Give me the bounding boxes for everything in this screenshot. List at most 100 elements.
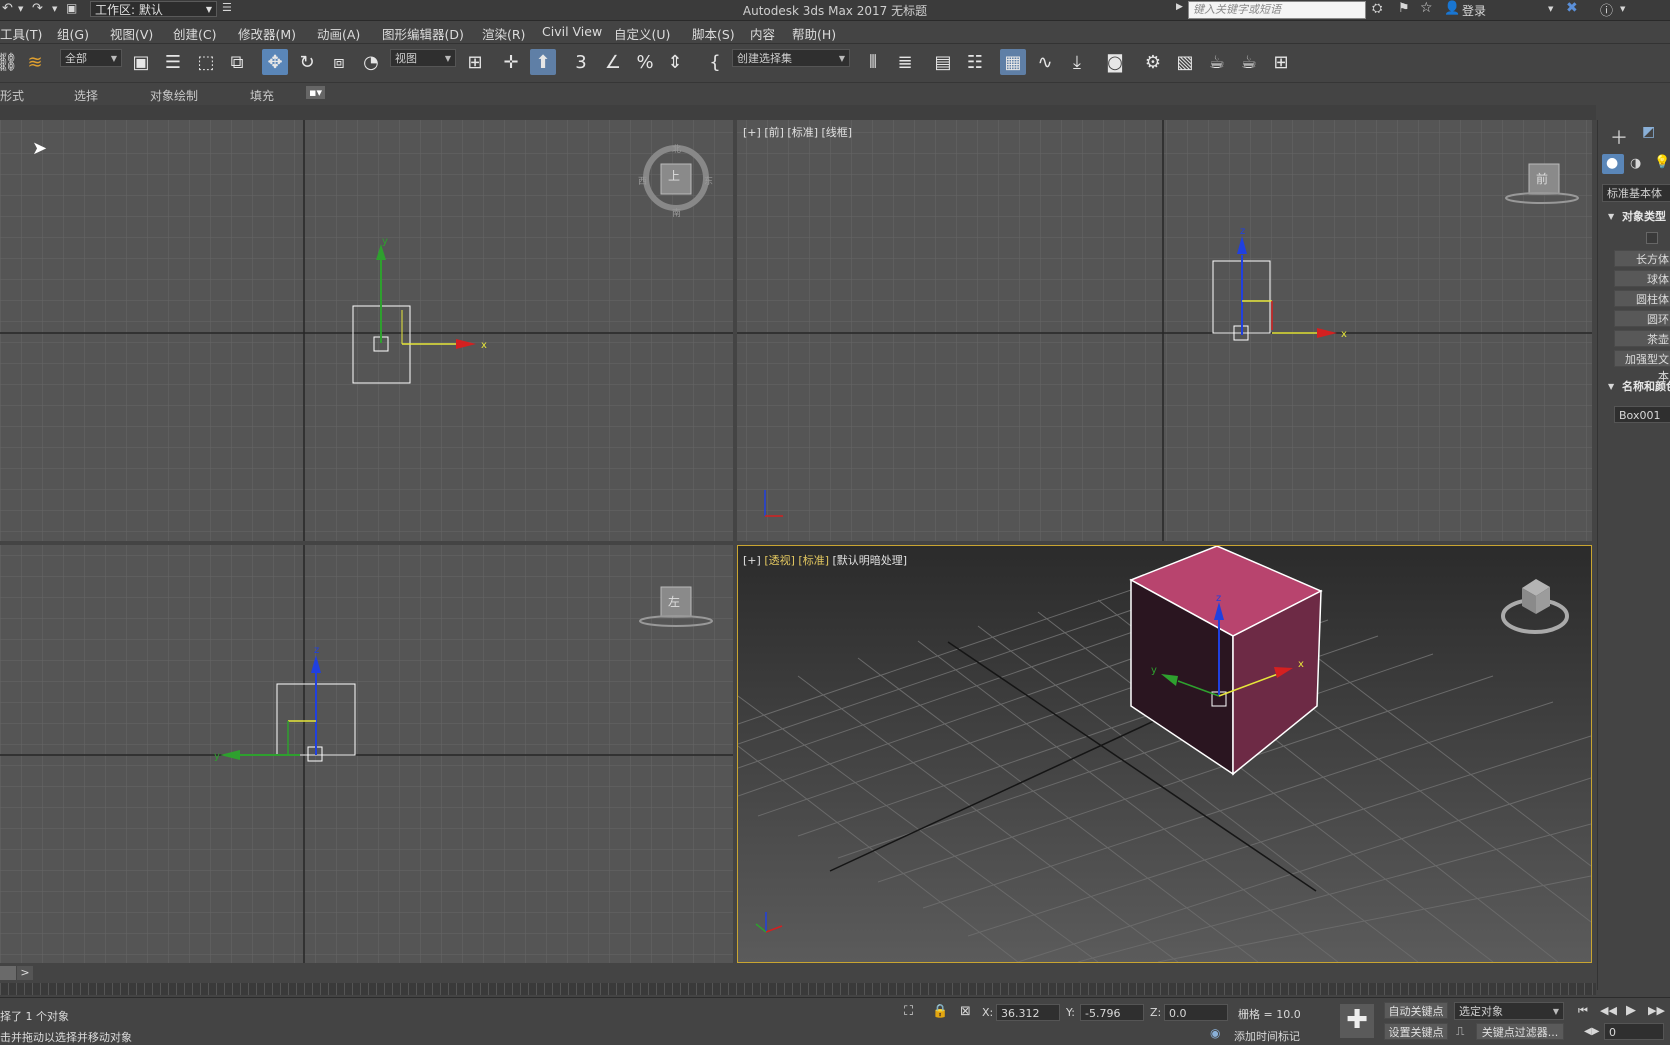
perspective-viewport-label[interactable]: [+] [透视] [标准] [默认明暗处理] bbox=[743, 552, 907, 568]
time-slider-next-button[interactable]: > bbox=[17, 966, 33, 980]
play-icon[interactable]: ▶ bbox=[1626, 1003, 1636, 1018]
key-filters-button[interactable]: 关键点过滤器... bbox=[1476, 1023, 1564, 1040]
text-plus-button[interactable]: 加强型文本 bbox=[1614, 350, 1670, 383]
material-editor-icon[interactable]: ◙ bbox=[1102, 49, 1128, 75]
project-folder-icon[interactable]: ▣ bbox=[66, 1, 77, 15]
viewport-pov-label[interactable]: [透视] bbox=[764, 554, 795, 567]
viewcube-left-label[interactable]: 左 bbox=[668, 593, 680, 610]
viewport-top[interactable]: y x 上 北 南 东 西 ➤ bbox=[0, 120, 733, 541]
scene-explorer-icon[interactable]: ▤ bbox=[930, 49, 956, 75]
menu-rendering[interactable]: 渲染(R) bbox=[482, 24, 525, 43]
viewport-shading-label[interactable]: [标准] bbox=[787, 126, 818, 139]
modify-tab-icon[interactable]: ◩ bbox=[1642, 124, 1655, 140]
ribbon-tab-populate[interactable]: 填充 bbox=[250, 87, 274, 104]
rollout-collapse-icon[interactable]: ▼ bbox=[1608, 212, 1614, 221]
add-time-tag-button[interactable]: 添加时间标记 bbox=[1234, 1028, 1300, 1044]
schematic-view-icon[interactable]: ⤓ bbox=[1064, 49, 1090, 75]
autogrid-checkbox[interactable] bbox=[1646, 232, 1658, 244]
set-key-button[interactable]: 设置关键点 bbox=[1384, 1023, 1448, 1040]
link-icon[interactable]: ⛓ bbox=[0, 49, 20, 75]
object-type-rollout-title[interactable]: 对象类型 bbox=[1622, 208, 1666, 224]
select-object-icon[interactable]: ▣ bbox=[128, 49, 154, 75]
keyboard-shortcut-override-icon[interactable]: ⬆ bbox=[530, 49, 556, 75]
menu-views[interactable]: 视图(V) bbox=[110, 24, 153, 43]
menu-scripting[interactable]: 脚本(S) bbox=[692, 24, 735, 43]
window-crossing-icon[interactable]: ⧉ bbox=[224, 49, 250, 75]
viewcube-top-label[interactable]: 上 bbox=[668, 167, 680, 184]
reference-coordinate-dropdown[interactable]: 视图 ▼ bbox=[390, 49, 456, 67]
go-to-start-icon[interactable]: ⏮ bbox=[1578, 1004, 1588, 1018]
viewcube-front-label[interactable]: 前 bbox=[1536, 170, 1548, 187]
render-production-icon[interactable]: ☕ bbox=[1204, 49, 1230, 75]
lock-selection-icon[interactable]: 🔒 bbox=[932, 1004, 948, 1019]
pivot-point-icon[interactable]: ⊞ bbox=[462, 49, 488, 75]
undo-dropdown-icon[interactable]: ▼ bbox=[18, 5, 23, 13]
sphere-button[interactable]: 球体 bbox=[1614, 270, 1670, 287]
help-icon[interactable]: ⓘ bbox=[1600, 0, 1613, 19]
previous-frame-icon[interactable]: ◀◀ bbox=[1600, 1004, 1617, 1017]
lights-category-icon[interactable]: 💡 bbox=[1654, 155, 1670, 170]
mirror-icon[interactable]: ⫴ bbox=[860, 49, 886, 75]
bind-space-warp-icon[interactable]: ≋ bbox=[22, 49, 48, 75]
front-viewport-label[interactable]: [+] [前] [标准] [线框] bbox=[743, 124, 852, 140]
communication-icon[interactable]: ⚑ bbox=[1398, 1, 1410, 16]
select-and-scale-icon[interactable]: ⧈ bbox=[326, 49, 352, 75]
menu-content[interactable]: 内容 bbox=[750, 24, 775, 43]
login-link[interactable]: 登录 bbox=[1462, 2, 1486, 19]
select-and-place-icon[interactable]: ◔ bbox=[358, 49, 384, 75]
x-coord-field[interactable]: 36.312 bbox=[996, 1004, 1060, 1021]
login-dropdown-icon[interactable]: ▼ bbox=[1548, 5, 1553, 13]
search-input[interactable]: 键入关键字或短语 bbox=[1188, 1, 1366, 19]
menu-customize[interactable]: 自定义(U) bbox=[614, 24, 670, 43]
create-tab-icon[interactable]: ＋ bbox=[1610, 124, 1628, 150]
curve-editor-icon[interactable]: ∿ bbox=[1032, 49, 1058, 75]
box-button[interactable]: 长方体 bbox=[1614, 250, 1670, 267]
select-by-name-icon[interactable]: ☰ bbox=[160, 49, 186, 75]
menu-tools[interactable]: 工具(T) bbox=[0, 24, 42, 43]
absolute-mode-icon[interactable]: ⊠ bbox=[960, 1004, 971, 1019]
named-selection-set-dropdown[interactable]: 创建选择集 ▼ bbox=[732, 49, 850, 67]
select-and-rotate-icon[interactable]: ↻ bbox=[294, 49, 320, 75]
next-frame-icon[interactable]: ▶▶ bbox=[1648, 1004, 1665, 1017]
ribbon-options-icon[interactable]: ▪▾ bbox=[306, 86, 325, 99]
time-slider-thumb[interactable] bbox=[0, 966, 16, 980]
rollout-collapse-icon[interactable]: ▼ bbox=[1608, 382, 1614, 391]
teapot-button[interactable]: 茶壶 bbox=[1614, 330, 1670, 347]
render-setup-icon[interactable]: ⚙ bbox=[1140, 49, 1166, 75]
y-coord-field[interactable]: -5.796 bbox=[1080, 1004, 1144, 1021]
name-color-rollout-title[interactable]: 名称和颜色 bbox=[1622, 378, 1670, 394]
viewport-menu-plus[interactable]: [+] bbox=[743, 126, 761, 139]
align-icon[interactable]: ≣ bbox=[892, 49, 918, 75]
viewport-mode-label[interactable]: [线框] bbox=[822, 126, 853, 139]
cylinder-button[interactable]: 圆柱体 bbox=[1614, 290, 1670, 307]
selection-filter-dropdown[interactable]: 全部 ▼ bbox=[60, 49, 122, 67]
geometry-category-button[interactable]: ● bbox=[1602, 154, 1624, 174]
rectangular-selection-icon[interactable]: ⬚ bbox=[193, 49, 219, 75]
percent-snap-icon[interactable]: % bbox=[632, 49, 658, 75]
render-cloud-icon[interactable]: ⊞ bbox=[1268, 49, 1294, 75]
viewport-pov-label[interactable]: [前] bbox=[764, 126, 784, 139]
redo-dropdown-icon[interactable]: ▼ bbox=[52, 5, 57, 13]
z-coord-field[interactable]: 0.0 bbox=[1164, 1004, 1228, 1021]
key-filter-icon[interactable]: ⎍ bbox=[1456, 1024, 1464, 1039]
star-icon[interactable]: ☆ bbox=[1420, 0, 1433, 16]
isolate-selection-icon[interactable]: ⛶ bbox=[904, 1004, 913, 1019]
menu-toggle-icon[interactable]: ☰ bbox=[222, 1, 232, 14]
key-mode-toggle-icon[interactable]: ◀▶ bbox=[1584, 1026, 1599, 1037]
menu-graph-editors[interactable]: 图形编辑器(D) bbox=[382, 24, 464, 43]
auto-key-button[interactable]: 自动关键点 bbox=[1384, 1002, 1448, 1019]
layer-explorer-icon[interactable]: ☷ bbox=[962, 49, 988, 75]
spinner-snap-icon[interactable]: ⇕ bbox=[662, 49, 688, 75]
chevron-right-icon[interactable]: ▶ bbox=[1176, 2, 1183, 12]
ribbon-tab-selection[interactable]: 选择 bbox=[74, 87, 98, 104]
snaps-toggle-icon[interactable]: 3 bbox=[568, 49, 594, 75]
viewport-perspective[interactable]: z x y [+] [透视] [标准] [默认明暗处理] bbox=[737, 545, 1592, 963]
menu-civil-view[interactable]: Civil View bbox=[542, 24, 602, 39]
ribbon-tab-form[interactable]: 形式 bbox=[0, 87, 24, 104]
edit-named-selection-icon[interactable]: { bbox=[702, 49, 728, 75]
exchange-icon[interactable]: ✖ bbox=[1566, 0, 1578, 16]
redo-icon[interactable]: ↷ bbox=[32, 1, 43, 16]
render-iterative-icon[interactable]: ☕ bbox=[1236, 49, 1262, 75]
menu-group[interactable]: 组(G) bbox=[57, 24, 89, 43]
object-name-field[interactable]: Box001 bbox=[1614, 406, 1670, 423]
